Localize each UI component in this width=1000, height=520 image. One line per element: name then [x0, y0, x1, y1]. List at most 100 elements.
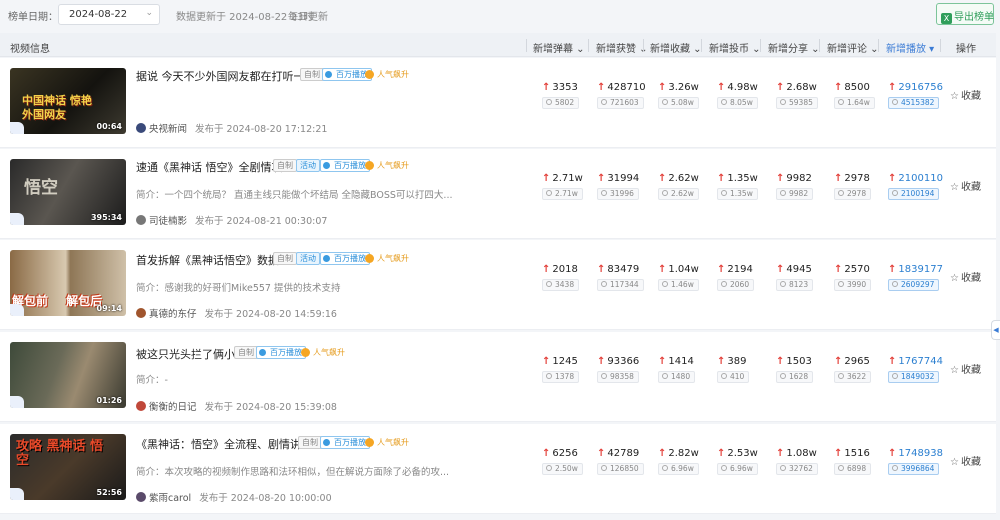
top-bar: 榜单日期： 2024-08-22 ⌄ 数据更新于 2024-08-22 23时 … — [0, 0, 1000, 30]
stat-comments: ↑ 1516 6898 — [834, 448, 872, 475]
tag-trending: 人气飙升 — [364, 253, 412, 266]
tag-event: 活动 — [296, 159, 320, 172]
author-name[interactable]: 紫雨carol — [149, 493, 191, 504]
col-action: 操作 — [956, 44, 976, 55]
table-row[interactable]: 攻略 黑神话 悟空 52:56 《黑神话：悟空》全流程、剧情讲... 自制 百万… — [0, 424, 996, 514]
chevron-left-icon: ◀ — [993, 326, 999, 334]
tag-trending: 人气飙升 — [364, 160, 412, 173]
stat-likes: ↑ 31994 31996 — [597, 173, 640, 200]
author-name[interactable]: 司徒楠影 — [149, 216, 187, 227]
thumbnail-caption: 中国神话 惊艳外国网友 — [22, 94, 92, 121]
col-plays[interactable]: 新增播放 ▾ — [886, 40, 934, 55]
video-title[interactable]: 据说 今天不少外国网友都在打听一... — [136, 68, 315, 84]
video-description: 简介：感谢我的好哥们Mike557 提供的技术支持 — [136, 283, 341, 294]
stat-likes: ↑ 42789 126850 — [597, 448, 644, 475]
video-thumbnail[interactable]: 攻略 黑神话 悟空 52:56 — [10, 434, 126, 500]
favorite-button[interactable]: ☆ 收藏 — [950, 178, 981, 193]
stat-danmu: ↑ 3353 5802 — [542, 82, 580, 109]
tag-trending: 人气飙升 — [300, 347, 348, 360]
stat-shares: ↑ 9982 9982 — [776, 173, 814, 200]
tag-self-made: 自制 — [273, 252, 297, 265]
stat-danmu: ↑ 6256 2.50w — [542, 448, 583, 475]
star-icon: ☆ — [950, 273, 959, 284]
table-header: 视频信息 新增弹幕 ⌄ 新增获赞 ⌄ 新增收藏 ⌄ 新增投币 ⌄ 新增分享 ⌄ … — [0, 33, 996, 57]
star-icon: ☆ — [950, 91, 959, 102]
stat-likes: ↑ 93366 98358 — [597, 356, 640, 383]
col-likes[interactable]: 新增获赞 ⌄ — [596, 40, 648, 55]
favorite-button[interactable]: ☆ 收藏 — [950, 269, 981, 284]
video-duration: 395:34 — [90, 213, 122, 222]
col-shares[interactable]: 新增分享 ⌄ — [768, 40, 820, 55]
stat-plays: ↑ 1839177 2609297 — [888, 264, 943, 291]
table-row[interactable]: 01:26 被这只光头拦了俩小时 自制 百万播放 人气飙升 简介：- 衡衡的日记… — [0, 332, 996, 422]
stat-danmu: ↑ 2018 3438 — [542, 264, 580, 291]
stat-plays: ↑ 1748938 3996864 — [888, 448, 943, 475]
video-thumbnail[interactable]: 01:26 — [10, 342, 126, 408]
author-info: 衡衡的日记 发布于 2024-08-20 15:39:08 — [136, 399, 337, 413]
tag-self-made: 自制 — [300, 68, 324, 81]
avatar — [136, 492, 146, 502]
video-thumbnail[interactable]: 中国神话 惊艳外国网友 00:64 — [10, 68, 126, 134]
avatar — [136, 215, 146, 225]
col-danmu[interactable]: 新增弹幕 ⌄ — [533, 40, 585, 55]
video-title[interactable]: 《黑神话：悟空》全流程、剧情讲... — [136, 436, 312, 452]
stat-danmu: ↑ 2.71w 2.71w — [542, 173, 583, 200]
publish-time: 发布于 2024-08-21 00:30:07 — [195, 216, 328, 227]
avatar — [136, 401, 146, 411]
col-coins[interactable]: 新增投币 ⌄ — [709, 40, 761, 55]
export-label: 导出榜单 — [954, 12, 994, 23]
tag-trending: 人气飙升 — [364, 69, 412, 82]
avatar — [136, 308, 146, 318]
stat-coins: ↑ 389 410 — [717, 356, 750, 383]
col-divider — [760, 39, 761, 52]
bilibili-mascot-icon — [10, 122, 24, 134]
favorite-button[interactable]: ☆ 收藏 — [950, 453, 981, 468]
date-select[interactable]: 2024-08-22 ⌄ — [58, 4, 160, 25]
video-title[interactable]: 首发拆解《黑神话悟空》数据... — [136, 252, 290, 268]
video-duration: 09:14 — [96, 304, 122, 313]
stat-likes: ↑ 83479 117344 — [597, 264, 644, 291]
col-divider — [940, 39, 941, 52]
author-info: 司徒楠影 发布于 2024-08-21 00:30:07 — [136, 213, 327, 227]
author-info: 紫雨carol 发布于 2024-08-20 10:00:00 — [136, 490, 332, 504]
side-panel-toggle[interactable]: ◀ — [991, 320, 1000, 340]
publish-time: 发布于 2024-08-20 15:39:08 — [204, 402, 337, 413]
table-row[interactable]: 解包前 解包后 09:14 首发拆解《黑神话悟空》数据... 自制 活动 百万播… — [0, 240, 996, 330]
video-thumbnail[interactable]: 悟空 395:34 — [10, 159, 126, 225]
author-name[interactable]: 衡衡的日记 — [149, 402, 197, 413]
video-title[interactable]: 被这只光头拦了俩小时 — [136, 346, 246, 362]
export-button[interactable]: X 导出榜单 — [936, 3, 994, 25]
col-divider — [588, 39, 589, 52]
favorite-button[interactable]: ☆ 收藏 — [950, 87, 981, 102]
author-name[interactable]: 央视新闻 — [149, 124, 187, 135]
tag-trending: 人气飙升 — [364, 437, 412, 450]
date-label: 榜单日期： — [8, 12, 58, 23]
star-icon: ☆ — [950, 182, 959, 193]
table-row[interactable]: 悟空 395:34 速通《黑神话 悟空》全剧情攻... 自制 活动 百万播放 人… — [0, 149, 996, 239]
video-title[interactable]: 速通《黑神话 悟空》全剧情攻... — [136, 159, 293, 175]
stat-coins: ↑ 1.35w 1.35w — [717, 173, 758, 200]
avatar — [136, 123, 146, 133]
tag-self-made: 自制 — [298, 436, 322, 449]
favorite-button[interactable]: ☆ 收藏 — [950, 361, 981, 376]
stat-danmu: ↑ 1245 1378 — [542, 356, 580, 383]
tag-event: 活动 — [296, 252, 320, 265]
stat-favs: ↑ 3.26w 5.08w — [658, 82, 699, 109]
tag-million-plays: 百万播放 — [320, 436, 370, 449]
video-thumbnail[interactable]: 解包前 解包后 09:14 — [10, 250, 126, 316]
stat-shares: ↑ 4945 8123 — [776, 264, 814, 291]
thumbnail-caption: 攻略 黑神话 悟空 — [16, 439, 104, 468]
date-value: 2024-08-22 — [69, 9, 128, 20]
col-divider — [701, 39, 702, 52]
excel-icon: X — [941, 13, 952, 24]
author-name[interactable]: 真德的东仔 — [149, 309, 197, 320]
table-row[interactable]: 中国神话 惊艳外国网友 00:64 据说 今天不少外国网友都在打听一... 自制… — [0, 58, 996, 148]
col-comments[interactable]: 新增评论 ⌄ — [827, 40, 879, 55]
thumbnail-caption: 悟空 — [24, 178, 58, 198]
stat-coins: ↑ 2.53w 6.96w — [717, 448, 758, 475]
bilibili-mascot-icon — [10, 488, 24, 500]
stat-favs: ↑ 1414 1480 — [658, 356, 696, 383]
stat-favs: ↑ 2.62w 2.62w — [658, 173, 699, 200]
stat-plays: ↑ 2100110 2100194 — [888, 173, 943, 200]
col-favs[interactable]: 新增收藏 ⌄ — [650, 40, 702, 55]
